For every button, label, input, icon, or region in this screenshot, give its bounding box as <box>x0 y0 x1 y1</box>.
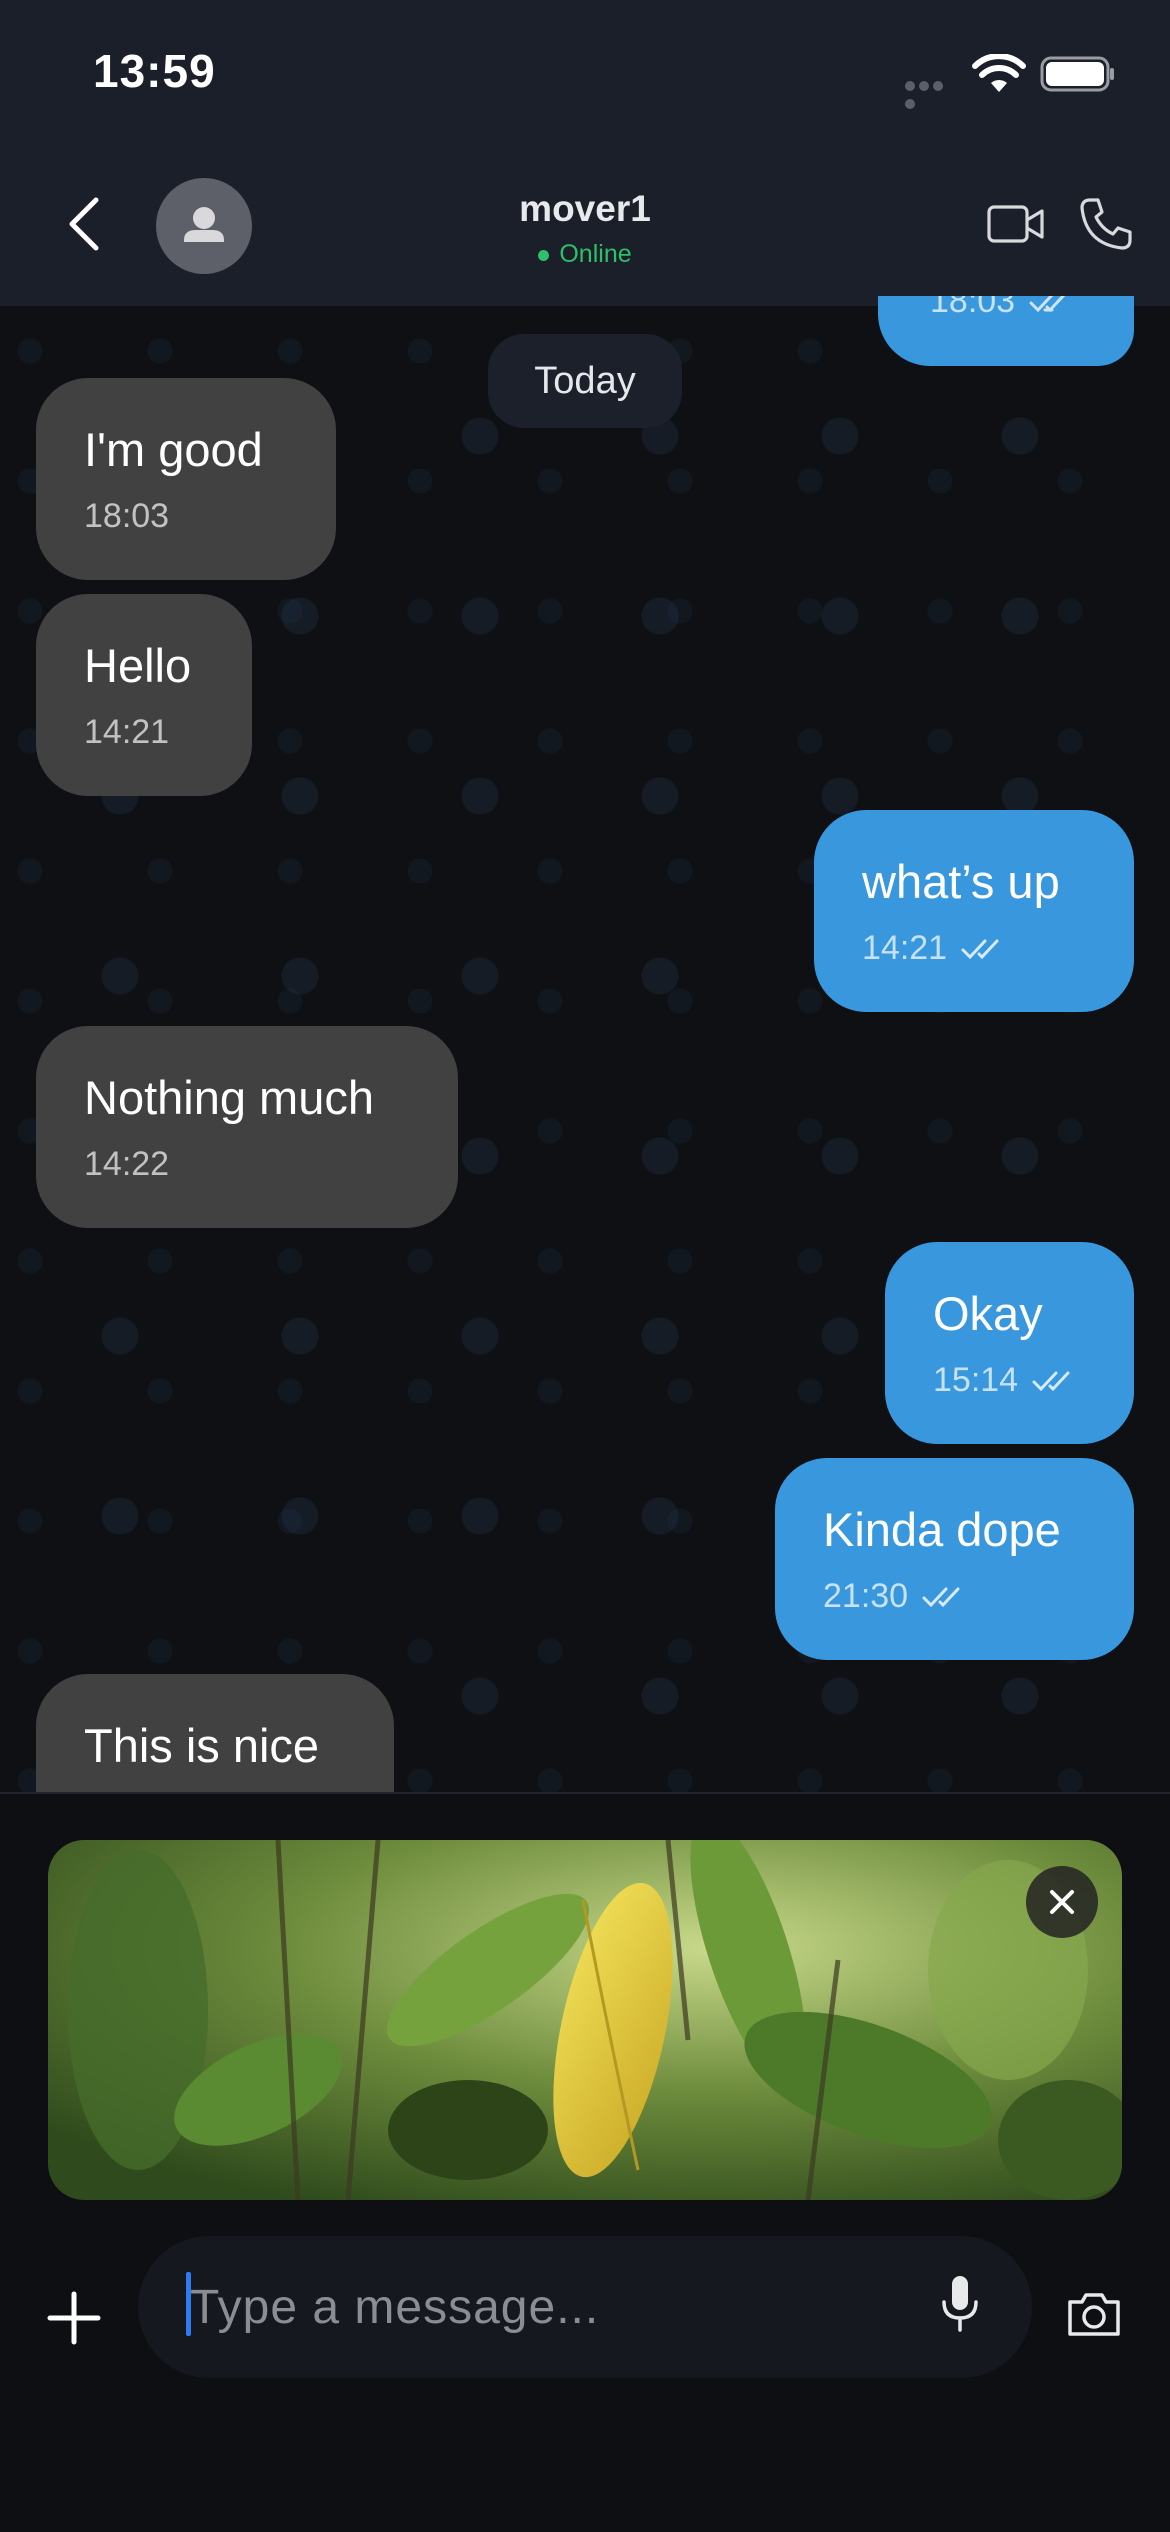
remove-attachment-button[interactable] <box>1026 1866 1098 1938</box>
message-text: what’s up <box>862 855 1060 908</box>
message-bubble-incoming[interactable]: Nothing much 14:22 <box>36 1026 458 1228</box>
message-bubble-incoming[interactable]: Hello 14:21 <box>36 594 252 796</box>
message-input-placeholder: Type a message... <box>190 2281 600 2334</box>
cellular-signal-icon <box>905 78 959 109</box>
message-meta: 14:21 <box>84 713 204 752</box>
double-check-icon <box>1029 296 1065 312</box>
double-check-icon <box>961 939 999 959</box>
status-time: 13:59 <box>93 45 216 97</box>
message-bubble-outgoing[interactable]: what’s up 14:21 <box>814 810 1134 1012</box>
voice-call-button[interactable] <box>1076 194 1136 254</box>
chat-screen: 13:59 mover1 Online 18:03 Today I'm good… <box>0 0 1170 2532</box>
message-meta: 18:03 <box>930 296 1077 321</box>
message-bubble-outgoing[interactable]: Okay 15:14 <box>885 1242 1134 1444</box>
camera-button[interactable] <box>1066 2290 1122 2338</box>
leaf-photo <box>48 1840 1122 2200</box>
double-check-icon <box>1032 1371 1070 1391</box>
message-text: Hello <box>84 639 192 692</box>
wifi-icon <box>972 54 1026 92</box>
attach-plus-button[interactable] <box>46 2290 102 2346</box>
message-time: 14:21 <box>84 713 170 751</box>
double-check-icon <box>922 1587 960 1607</box>
message-text: Nothing much <box>84 1071 374 1124</box>
battery-icon <box>1040 56 1114 92</box>
message-meta: 15:14 <box>933 1361 1086 1400</box>
message-time: 18:03 <box>84 497 170 535</box>
message-time: 15:14 <box>933 1361 1019 1399</box>
message-time: 21:30 <box>823 1577 909 1615</box>
message-meta: 14:21 <box>862 929 1086 968</box>
attachment-photo-preview[interactable] <box>48 1840 1122 2200</box>
message-time: 18:03 <box>930 296 1016 320</box>
date-separator: Today <box>488 334 682 428</box>
close-icon <box>1050 1890 1074 1914</box>
message-meta: 18:03 <box>84 497 288 536</box>
message-time: 14:22 <box>84 1145 170 1183</box>
message-text: I'm good <box>84 423 263 476</box>
online-dot-icon <box>538 249 550 261</box>
message-text: Kinda dope <box>823 1503 1061 1556</box>
chat-header: 13:59 mover1 Online <box>0 0 1170 306</box>
mic-button[interactable] <box>938 2274 982 2334</box>
message-bubble-outgoing[interactable]: Kinda dope 21:30 <box>775 1458 1134 1660</box>
message-bubble-outgoing-partial[interactable]: 18:03 <box>878 296 1134 366</box>
message-text: Okay <box>933 1287 1043 1340</box>
video-call-button[interactable] <box>986 200 1046 248</box>
message-meta: 21:30 <box>823 1577 1086 1616</box>
presence-label: Online <box>559 240 632 268</box>
message-time: 14:21 <box>862 929 948 967</box>
message-bubble-incoming[interactable]: I'm good 18:03 <box>36 378 336 580</box>
message-text: This is nice <box>84 1719 320 1772</box>
message-meta: 14:22 <box>84 1145 410 1184</box>
